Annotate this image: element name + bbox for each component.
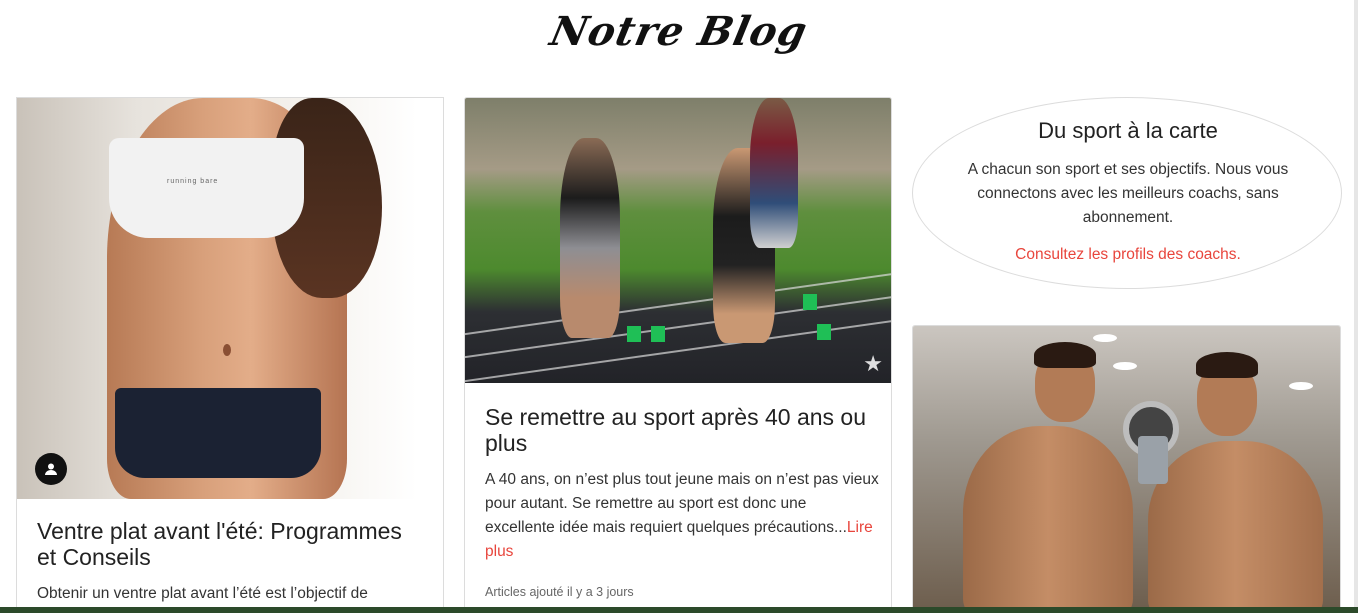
scrollbar[interactable] <box>1354 0 1358 613</box>
runner-figure <box>560 138 620 338</box>
man-hair <box>1034 342 1096 368</box>
starting-block <box>817 324 831 340</box>
user-icon[interactable] <box>35 453 67 485</box>
promo-bubble: Du sport à la carte A chacun son sport e… <box>912 97 1342 289</box>
blog-card-ventre-plat[interactable]: running bare Ventre plat avant l'été: Pr… <box>16 97 444 613</box>
image-detail <box>223 344 231 356</box>
image-shorts-shape <box>115 388 321 478</box>
phone-shape <box>1138 436 1168 484</box>
promo-text: A chacun son sport et ses objectifs. Nou… <box>967 161 1289 226</box>
man-figure <box>1148 441 1323 613</box>
starting-block <box>803 294 817 310</box>
ceiling-light <box>1289 382 1313 390</box>
starting-block <box>651 326 665 342</box>
article-title[interactable]: Ventre plat avant l'été: Programmes et C… <box>37 518 427 570</box>
blog-card-photo[interactable] <box>912 325 1341 613</box>
blog-card-sport-40[interactable]: ★ Se remettre au sport après 40 ans ou p… <box>464 97 892 613</box>
promo-title: Du sport à la carte <box>1038 118 1218 143</box>
article-image[interactable] <box>913 326 1340 613</box>
article-title[interactable]: Se remettre au sport après 40 ans ou plu… <box>485 404 875 456</box>
article-excerpt: Obtenir un ventre plat avant l’été est l… <box>37 585 368 602</box>
article-excerpt-text: A 40 ans, on n’est plus tout jeune mais … <box>485 471 879 536</box>
man-hair <box>1196 352 1258 378</box>
image-top-shape <box>109 138 304 238</box>
coach-profiles-link[interactable]: Consultez les profils des coachs. <box>913 246 1343 264</box>
starting-block <box>627 326 641 342</box>
blog-page: Notre Blog running bare Ventre plat avan… <box>0 0 1358 613</box>
man-figure <box>963 426 1133 613</box>
article-meta: Articles ajouté il y a 3 jours <box>485 585 634 599</box>
page-title: Notre Blog <box>546 8 812 55</box>
article-excerpt: A 40 ans, on n’est plus tout jeune mais … <box>485 468 880 564</box>
ceiling-light <box>1093 334 1117 342</box>
spectator-figure <box>750 98 798 248</box>
footer-strip <box>0 607 1358 613</box>
article-image[interactable]: ★ <box>465 98 891 383</box>
watermark-logo-icon: ★ <box>863 351 883 376</box>
article-image[interactable]: running bare <box>17 98 417 499</box>
image-top-text: running bare <box>167 178 219 185</box>
ceiling-light <box>1113 362 1137 370</box>
